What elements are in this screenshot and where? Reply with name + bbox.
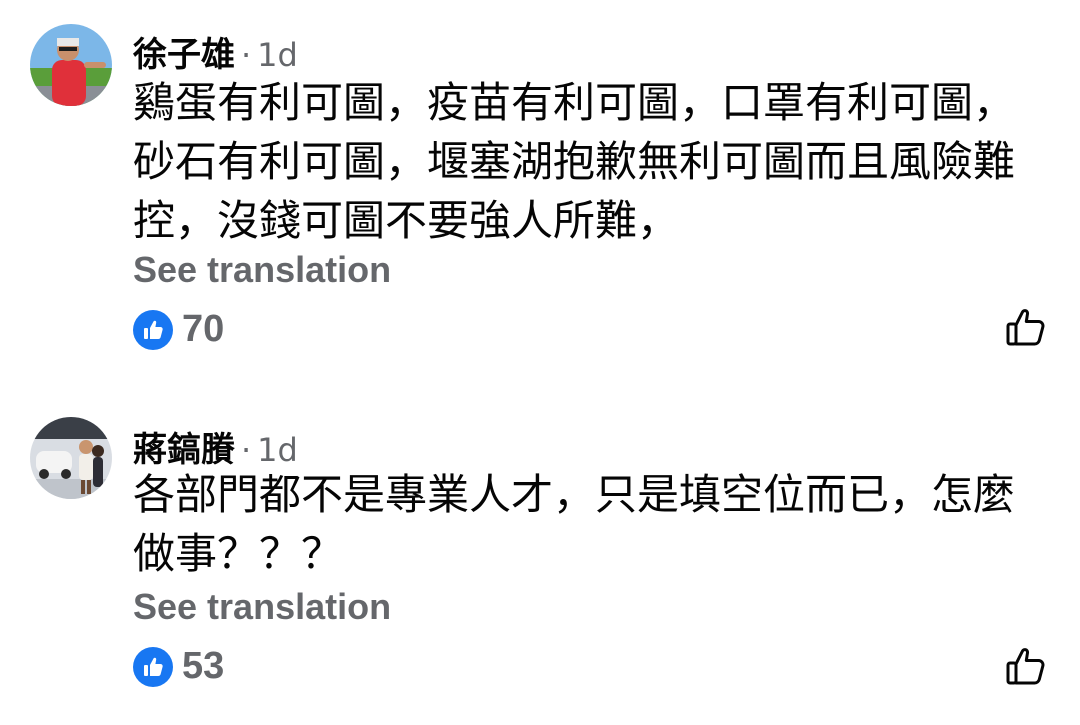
avatar-photo: [30, 417, 112, 499]
reaction-summary[interactable]: 70: [133, 308, 224, 351]
meta-separator: ·: [241, 431, 252, 469]
see-translation-link[interactable]: See translation: [133, 249, 391, 291]
reaction-summary[interactable]: 53: [133, 645, 224, 688]
comment-timestamp[interactable]: 1d: [257, 36, 298, 74]
comment-header: 蔣鎬賸 · 1d: [133, 422, 298, 471]
meta-separator: ·: [241, 36, 252, 74]
comment-text: 各部門都不是專業人才，只是填空位而已，怎麼做事？？？: [133, 470, 1016, 578]
like-thumb-icon: [133, 309, 173, 350]
avatar-photo: [30, 24, 112, 106]
avatar[interactable]: [30, 24, 112, 106]
comment-timestamp[interactable]: 1d: [257, 431, 298, 469]
like-count: 70: [182, 308, 225, 350]
see-translation-link[interactable]: See translation: [133, 586, 391, 628]
author-name[interactable]: 徐子雄: [133, 27, 235, 76]
comment-item: 徐子雄 · 1d 鷄蛋有利可圖，疫苗有利可圖，口罩有利可圖，砂石有利可圖，堰塞湖…: [0, 0, 1080, 390]
comment-item: 蔣鎬賸 · 1d 各部門都不是專業人才，只是填空位而已，怎麼做事？？？ See …: [0, 405, 1080, 725]
author-name[interactable]: 蔣鎬賸: [133, 422, 235, 471]
thumbs-up-outline-icon[interactable]: [1004, 645, 1048, 689]
comment-header: 徐子雄 · 1d: [133, 27, 298, 76]
avatar[interactable]: [30, 417, 112, 499]
like-thumb-icon: [133, 646, 173, 687]
thumbs-up-outline-icon[interactable]: [1004, 306, 1048, 350]
like-count: 53: [182, 645, 225, 687]
comment-text: 鷄蛋有利可圖，疫苗有利可圖，口罩有利可圖，砂石有利可圖，堰塞湖抱歉無利可圖而且風…: [133, 78, 1016, 245]
